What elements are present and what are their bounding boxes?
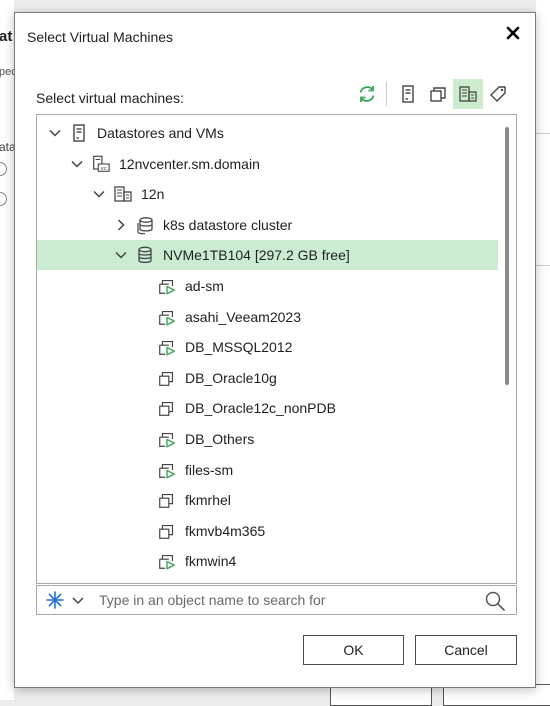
chevron-down-icon[interactable]	[69, 156, 85, 172]
host-icon	[402, 85, 414, 103]
vm-running-icon	[157, 276, 177, 296]
select-vms-label: Select virtual machines:	[36, 90, 184, 106]
refresh-icon	[359, 86, 375, 102]
tree-node[interactable]: vc 12nvcenter.sm.domain	[37, 149, 499, 179]
view-toolbar	[352, 79, 513, 109]
tree-node[interactable]: DB_MSSQL2012	[37, 332, 499, 362]
tree-node-label: DB_Others	[185, 431, 255, 447]
datastores-view-button[interactable]	[453, 79, 483, 109]
tree-node[interactable]: files-sm	[37, 455, 499, 485]
tree-node-label: fkmwin4	[185, 553, 237, 570]
tag-icon	[490, 86, 506, 102]
tree-node-label: k8s datastore cluster	[163, 216, 293, 233]
tree-node[interactable]: asahi_Veeam2023	[37, 302, 499, 332]
tree-node-label: 12n	[141, 186, 165, 203]
vm-folder-icon	[430, 87, 446, 102]
vm-tree[interactable]: Datastores and VMs vc 12nvcenter.sm.domain…	[36, 114, 517, 584]
chevron-down-icon[interactable]	[91, 186, 107, 202]
search-filter-dropdown[interactable]	[45, 590, 85, 610]
background-radio	[0, 162, 7, 176]
chevron-down-icon[interactable]	[47, 125, 63, 141]
close-button[interactable]	[501, 21, 525, 45]
tree-node[interactable]: Datastores and VMs	[37, 118, 499, 148]
scrollbar-thumb[interactable]	[505, 127, 509, 385]
vm-running-icon	[157, 307, 177, 327]
tree-node[interactable]: fkmrhel	[37, 485, 499, 515]
tags-view-button[interactable]	[483, 79, 513, 109]
tree-node-label: files-sm	[185, 461, 234, 478]
tree-node-label: ad-sm	[185, 278, 224, 294]
tree-node[interactable]: ad-sm	[37, 271, 499, 301]
background-text-fragment: at	[0, 28, 13, 45]
tree-node[interactable]: fkmvb4m365	[37, 516, 499, 546]
tree-node-label: DB_Oracle10g	[185, 369, 277, 386]
vm-running-icon	[157, 460, 177, 480]
vcenter-icon: vc	[91, 154, 111, 174]
tree-node[interactable]: DB_Oracle12c_nonPDB	[37, 393, 499, 423]
cancel-button[interactable]: Cancel	[415, 635, 517, 665]
vm-running-icon	[157, 337, 177, 357]
tree-node[interactable]: k8s datastore cluster	[37, 210, 499, 240]
tree-node[interactable]: fkmwin4	[37, 546, 499, 576]
tree-node-label: Datastores and VMs	[97, 125, 224, 141]
vm-stopped-icon	[157, 368, 177, 388]
search-icon	[485, 591, 505, 611]
background-window-left: at pec ata	[0, 0, 17, 700]
vm-stopped-icon	[157, 490, 177, 510]
refresh-button[interactable]	[352, 79, 382, 109]
hosts-view-button[interactable]	[393, 79, 423, 109]
search-input[interactable]	[97, 591, 457, 609]
tree-node[interactable]: 12n	[37, 179, 499, 209]
chevron-down-icon[interactable]	[113, 247, 129, 263]
asterisk-icon	[46, 591, 64, 609]
tree-node-label: NVMe1TB104 [297.2 GB free]	[163, 247, 350, 264]
search-button[interactable]	[484, 590, 506, 617]
tree-node-label: fkmrhel	[185, 492, 231, 509]
tree-node-label: DB_Oracle12c_nonPDB	[185, 400, 336, 417]
chevron-down-icon	[72, 597, 84, 605]
close-icon	[506, 26, 520, 40]
tree-scrollbar[interactable]	[498, 115, 516, 583]
tree-node-label: DB_MSSQL2012	[185, 339, 293, 356]
datastore-view-icon	[459, 86, 477, 102]
ok-button[interactable]: OK	[303, 635, 404, 665]
dialog-title-bar: Select Virtual Machines	[15, 13, 535, 57]
select-vms-dialog: Select Virtual Machines Select virtual m…	[14, 12, 536, 688]
dialog-title: Select Virtual Machines	[27, 29, 174, 45]
background-radio	[0, 192, 7, 206]
vm-running-icon	[157, 551, 177, 571]
search-bar	[36, 585, 517, 615]
background-window-right	[536, 0, 550, 700]
datastore-cluster-icon	[135, 215, 155, 235]
vm-stopped-icon	[157, 521, 177, 541]
tree-node-label: fkmvb4m365	[185, 522, 266, 539]
vm-stopped-icon	[157, 398, 177, 418]
svg-text:vc: vc	[101, 166, 107, 172]
tree-node[interactable]: DB_Oracle10g	[37, 363, 499, 393]
chevron-right-icon[interactable]	[113, 217, 129, 233]
vms-view-button[interactable]	[423, 79, 453, 109]
tree-node-label: asahi_Veeam2023	[185, 308, 301, 325]
datacenter-icon	[113, 184, 133, 204]
datastore-icon	[135, 245, 155, 265]
tree-node[interactable]: DB_Others	[37, 424, 499, 454]
tree-node-label: 12nvcenter.sm.domain	[119, 155, 260, 172]
server-icon	[69, 123, 89, 143]
tree-node[interactable]: NVMe1TB104 [297.2 GB free]	[37, 240, 499, 271]
vm-running-icon	[157, 429, 177, 449]
toolbar-separator	[386, 82, 387, 106]
